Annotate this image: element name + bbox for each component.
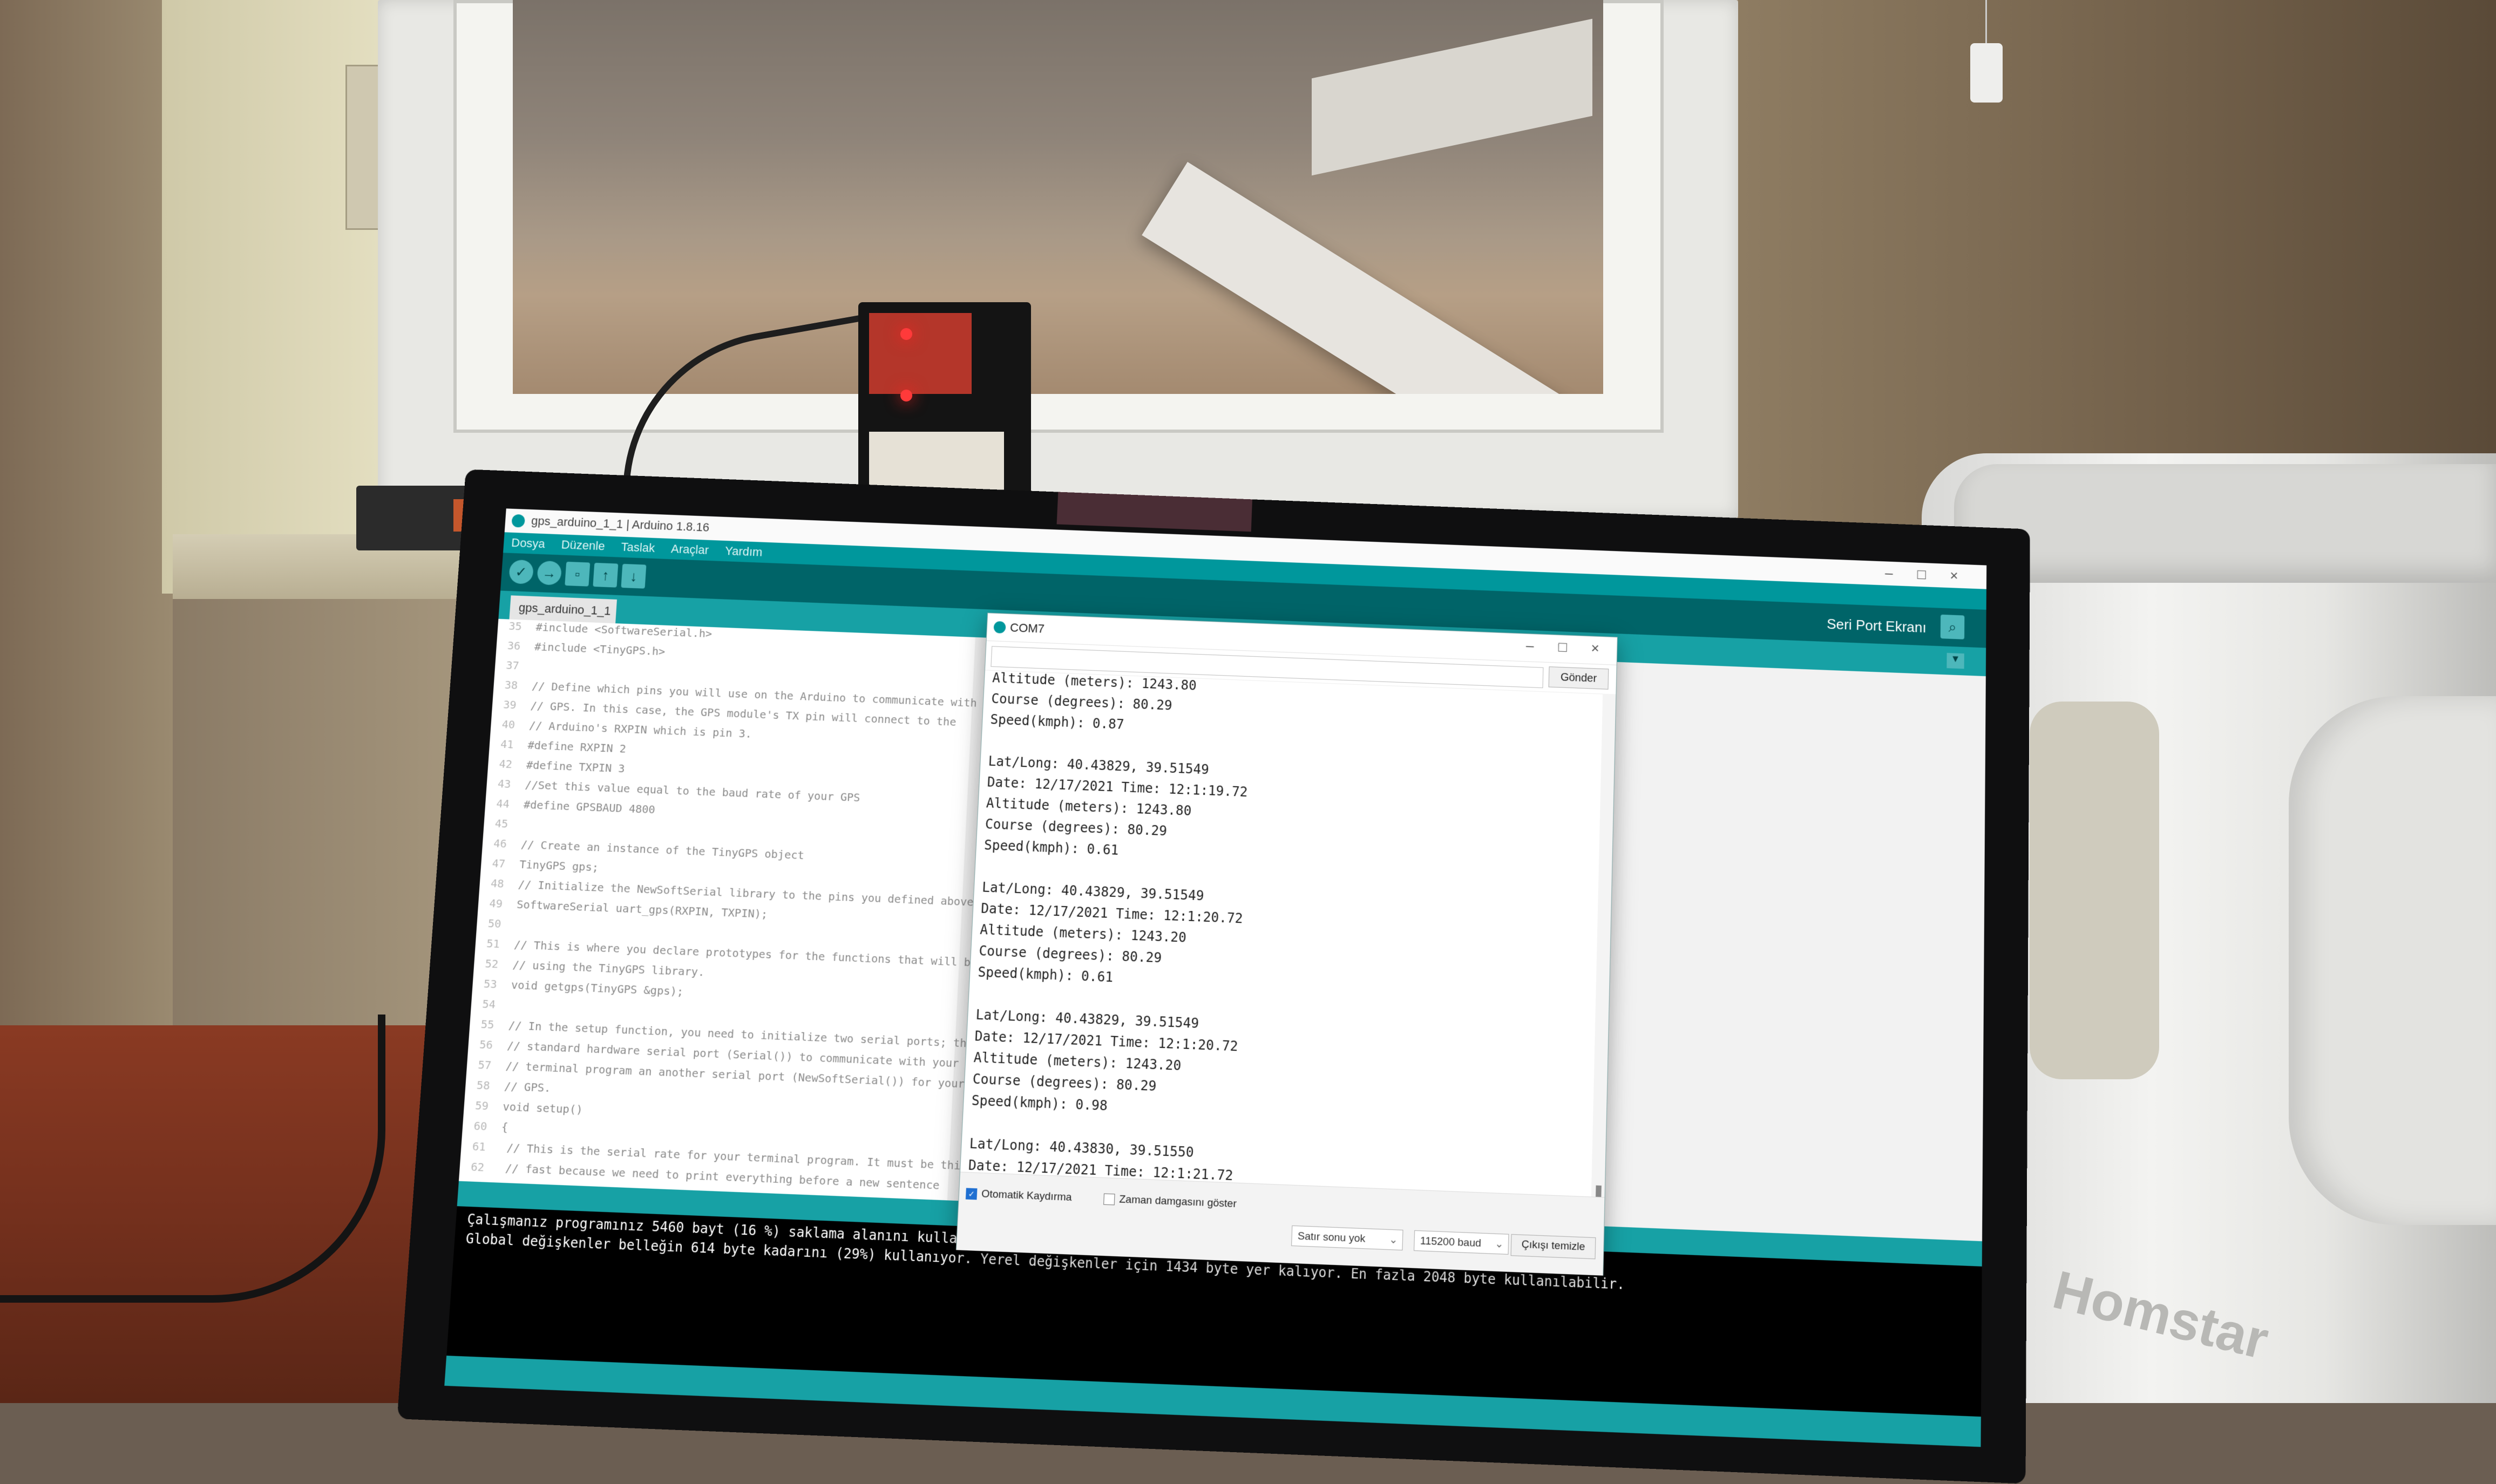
arduino-app-icon [993,621,1006,634]
line-number: 47 [491,856,506,870]
line-number: 61 [472,1139,486,1154]
new-icon[interactable]: ▫ [565,561,591,587]
code-editor[interactable]: 35 #include <SoftwareSerial.h> 36 #include … [458,618,1010,1226]
line-number: 46 [493,836,507,850]
save-icon[interactable]: ↓ [621,563,647,589]
maximize-icon[interactable]: □ [1551,638,1573,656]
firefox-icon[interactable]: ● [1199,1428,1226,1447]
minimize-icon[interactable]: – [1519,637,1541,655]
clear-output-button[interactable]: Çıkışı temizle [1510,1234,1596,1260]
line-number: 42 [498,757,513,771]
line-number: 51 [486,936,500,951]
timestamp-checkbox[interactable]: Zaman damgasını göster [1103,1193,1237,1210]
line-number: 43 [497,777,512,791]
chevron-down-icon: ⌄ [1494,1238,1504,1251]
line-number: 54 [481,997,496,1011]
open-icon[interactable]: ↑ [593,562,619,588]
arduino-app-icon [511,514,526,528]
baud-select[interactable]: 115200 baud ⌄ [1414,1230,1509,1255]
left-wall [0,0,173,1052]
task-view-icon[interactable]: ❐ [1098,1425,1125,1447]
laptop: gps_arduino_1_1 | Arduino 1.8.16 – □ × D… [397,469,2030,1484]
code-text: { [501,1120,509,1134]
tab-menu-icon[interactable]: ▼ [1946,652,1964,669]
chrome-icon[interactable]: ◉ [1266,1431,1293,1447]
outside-retaining-wall [1142,162,1600,394]
line-number: 39 [503,698,517,712]
menu-tools[interactable]: Araçlar [670,542,709,557]
store-icon[interactable]: ▣ [1367,1435,1394,1447]
pendant-ornament [1970,43,2003,103]
checkbox-checked-icon[interactable]: ✓ [965,1188,978,1200]
kettle-lid [1954,464,2496,583]
file-explorer-icon[interactable]: ▬ [1165,1427,1192,1447]
search-icon[interactable]: ⌕ [1064,1424,1091,1447]
line-number: 48 [490,876,505,890]
maximize-icon[interactable]: □ [1910,566,1932,583]
line-number: 38 [504,678,519,692]
line-number: 49 [489,896,503,910]
arduino-icon[interactable]: ∞ [1232,1430,1259,1447]
line-number: 53 [483,977,498,991]
close-icon[interactable]: × [1943,567,1965,585]
chevron-down-icon: ⌄ [1388,1234,1399,1247]
line-number: 59 [474,1098,489,1113]
autoscroll-label: Otomatik Kaydırma [981,1188,1073,1204]
close-icon[interactable]: × [1584,639,1606,657]
pendant-string [1985,0,1987,46]
line-number: 56 [479,1037,493,1052]
line-number: 50 [487,916,502,931]
baud-value: 115200 baud [1420,1235,1482,1250]
serial-monitor-window: COM7 – □ × Gönder Altitude (meters): 124… [955,612,1618,1276]
autoscroll-checkbox[interactable]: ✓ Otomatik Kaydırma [965,1187,1073,1204]
ide-window-title: gps_arduino_1_1 | Arduino 1.8.16 [531,514,710,534]
serial-monitor-icon[interactable]: ⌕ [1940,614,1965,639]
line-number: 35 [508,619,523,633]
gps-board [869,313,972,394]
line-ending-value: Satır sonu yok [1297,1230,1366,1245]
checkbox-unchecked-icon[interactable] [1103,1193,1115,1206]
menu-file[interactable]: Dosya [511,536,545,551]
com-port-title: COM7 [1009,621,1045,636]
menu-edit[interactable]: Düzenle [561,537,605,553]
laptop-screen: gps_arduino_1_1 | Arduino 1.8.16 – □ × D… [444,508,1987,1447]
kettle-water-window [2030,702,2159,1079]
line-number: 40 [501,717,516,731]
line-number: 58 [476,1078,491,1093]
line-number: 52 [484,956,499,971]
status-led-icon [900,328,912,340]
line-number: 62 [470,1160,485,1174]
vscode-icon[interactable]: ⟨⟩ [1334,1434,1360,1447]
serial-monitor-label[interactable]: Seri Port Ekranı [1827,616,1927,636]
code-text: void setup() [502,1099,584,1117]
kettle-handle [2289,696,2496,1225]
line-number: 45 [494,816,509,831]
menu-help[interactable]: Yardım [724,544,763,560]
widgets-icon[interactable]: ▦ [1131,1426,1158,1447]
code-text: // GPS. [504,1079,552,1095]
minimize-icon[interactable]: – [1878,564,1900,582]
line-number: 37 [505,658,520,672]
send-button[interactable]: Gönder [1548,666,1609,690]
code-text: TinyGPS gps; [519,857,599,874]
serial-output: Altitude (meters): 1243.80 Course (degree… [960,670,1603,1197]
line-number: 44 [496,797,510,811]
edge-icon[interactable]: ◐ [1300,1433,1327,1447]
line-number: 57 [477,1058,492,1072]
windows-start-icon[interactable]: ⊞ [1030,1422,1057,1447]
tab-gps-arduino[interactable]: gps_arduino_1_1 [509,595,617,624]
line-number: 36 [507,638,521,653]
line-number: 60 [473,1119,488,1133]
timestamp-label: Zaman damgasını göster [1118,1193,1237,1210]
power-led-icon [900,390,912,401]
outside-building [1312,18,1592,176]
line-number: 55 [480,1017,495,1032]
line-number: 41 [500,737,514,751]
menu-sketch[interactable]: Taslak [621,540,655,555]
webcam-cover [1056,492,1252,532]
window-view [513,0,1603,394]
verify-icon[interactable]: ✓ [508,559,534,584]
line-ending-select[interactable]: Satır sonu yok ⌄ [1291,1225,1403,1251]
upload-icon[interactable]: → [537,560,562,586]
